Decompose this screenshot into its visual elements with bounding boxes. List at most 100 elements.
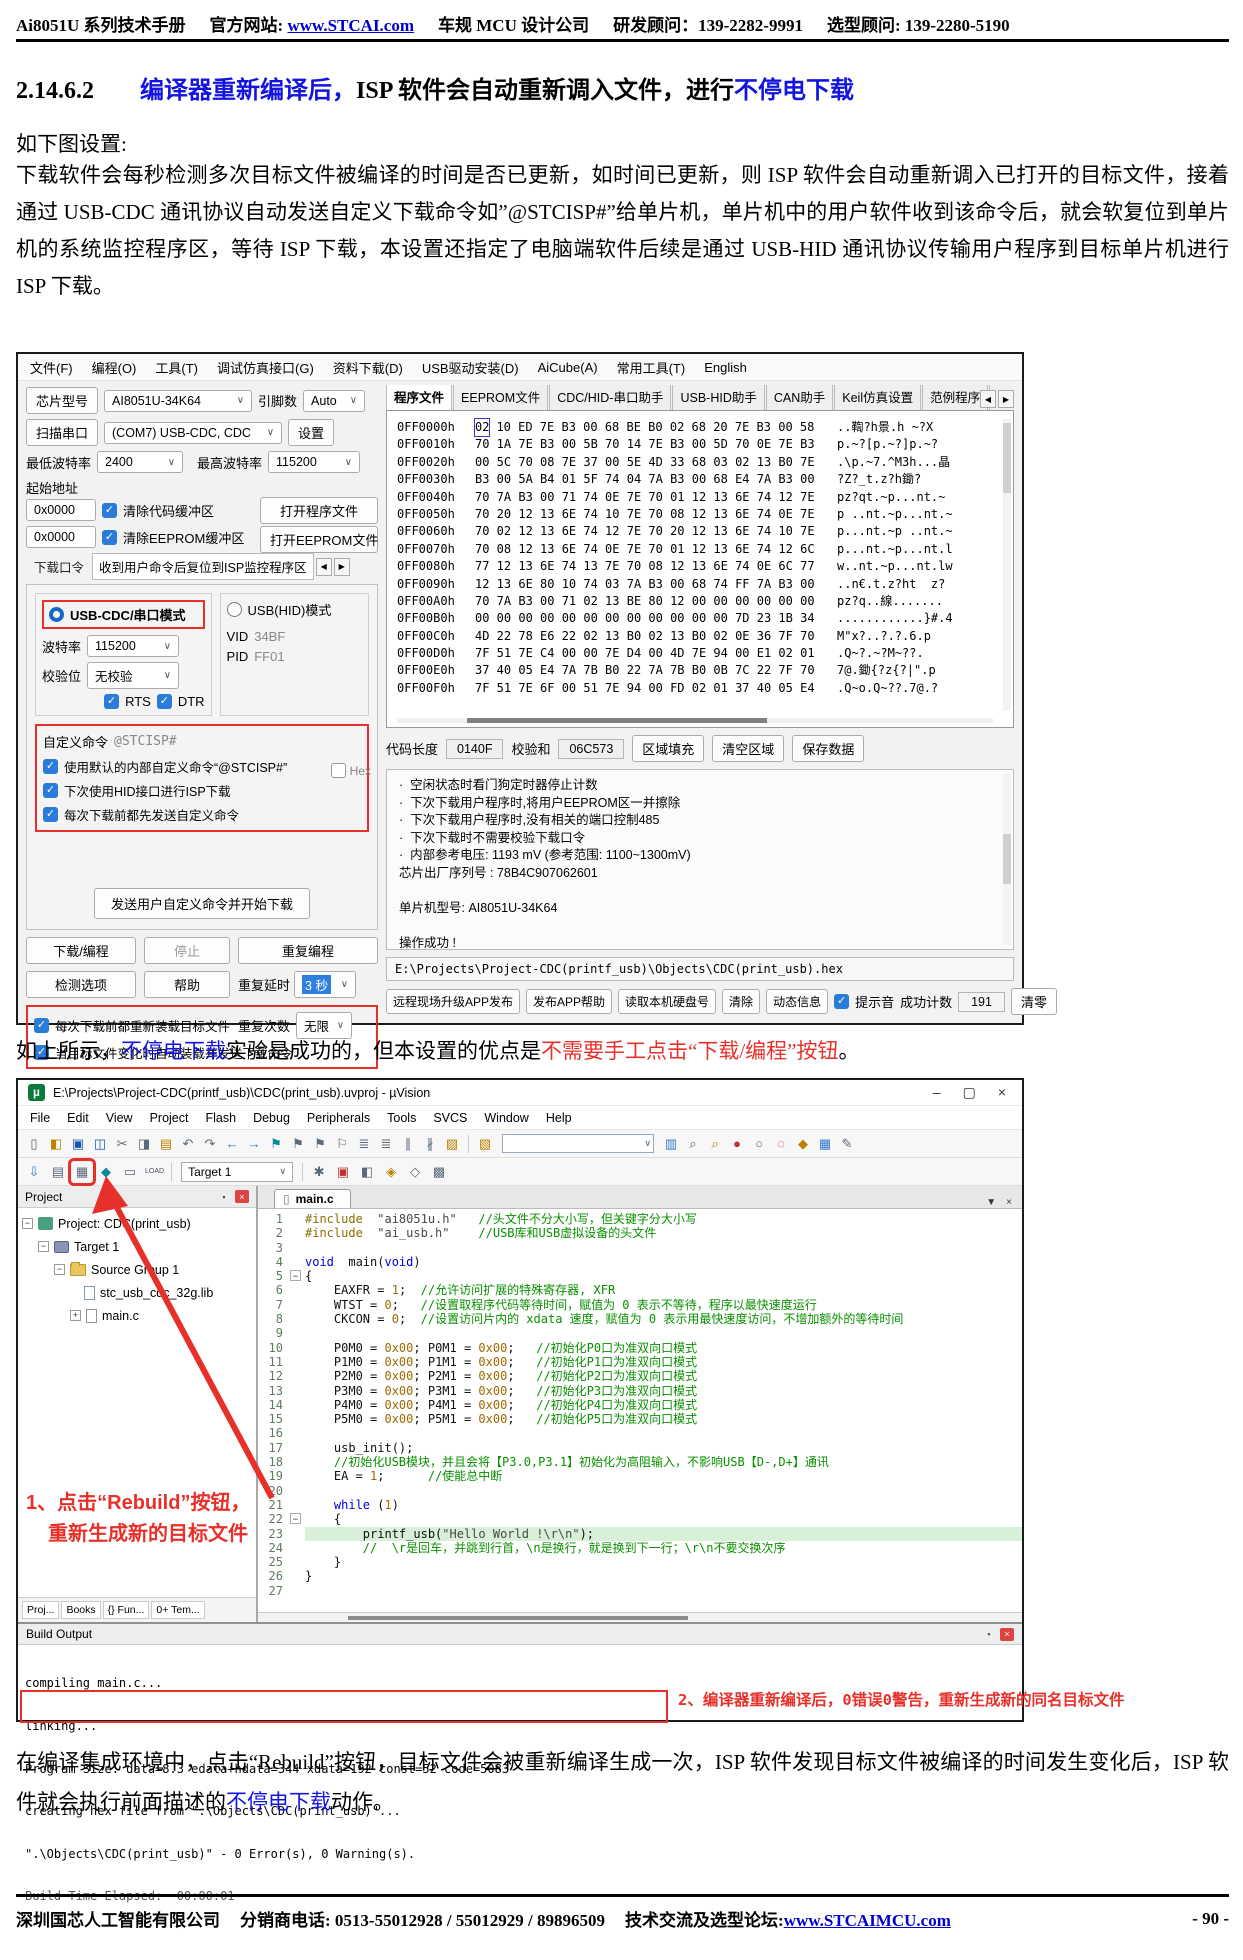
download-program-button[interactable]: 下载/编程 [26, 937, 136, 964]
build-toolbar-icon[interactable]: ▦ [68, 1157, 96, 1186]
menu-item[interactable]: Tools [387, 1111, 416, 1125]
menu-item[interactable]: USB驱动安装(D) [422, 358, 519, 377]
menu-item[interactable]: Help [546, 1111, 572, 1125]
port-select[interactable]: (COM7) USB-CDC, CDC ∨ [104, 421, 283, 444]
toolbar-icon[interactable]: ↷ [200, 1134, 220, 1154]
repeat-program-button[interactable]: 重复编程 [238, 937, 378, 964]
bottom-button[interactable]: 清除 [722, 989, 761, 1014]
eeprom-addr-input[interactable]: 0x0000 [26, 526, 96, 548]
toolbar-icon[interactable]: ✎ [837, 1134, 857, 1154]
pin-icon[interactable]: ▪ [982, 1628, 996, 1641]
check-options-button[interactable]: 检测选项 [26, 971, 136, 998]
menu-item[interactable]: View [106, 1111, 133, 1125]
menu-item[interactable]: 编程(O) [92, 358, 137, 377]
minimize-icon[interactable]: – [933, 1084, 941, 1101]
menu-item[interactable]: AiCube(A) [538, 360, 598, 375]
editor-hscrollbar[interactable] [258, 1612, 1022, 1622]
menu-item[interactable]: Edit [67, 1111, 89, 1125]
isp-tab[interactable]: Keil仿真设置 [834, 385, 922, 410]
isp-tab[interactable]: 程序文件 [386, 385, 453, 410]
beep-checkbox[interactable]: ✓ [834, 994, 850, 1009]
tab-list-icon[interactable]: ▼ [986, 1197, 996, 1208]
baud-select[interactable]: 115200 ∨ [87, 635, 180, 657]
menu-item[interactable]: 调试仿真接口(G) [217, 358, 314, 377]
toolbar-icon[interactable]: ≣ [354, 1134, 374, 1154]
toolbar-icon[interactable]: ✂ [112, 1134, 132, 1154]
tree-item-target[interactable]: − Target 1 [22, 1235, 254, 1258]
tab-scroll-right-icon[interactable]: ▶ [333, 557, 350, 576]
panel-tab[interactable]: {} Fun... [102, 1601, 150, 1619]
panel-tab[interactable]: Proj... [22, 1601, 60, 1619]
open-eeprom-button[interactable]: 打开EEPROM文件 [260, 526, 378, 553]
close-panel-icon[interactable]: × [235, 1190, 249, 1203]
settings-button[interactable]: 设置 [288, 419, 335, 446]
menu-item[interactable]: 文件(F) [30, 358, 73, 377]
toolbar-icon[interactable]: ⚑ [266, 1134, 286, 1154]
log-vscrollbar[interactable] [1003, 774, 1011, 945]
editor-tab-main-c[interactable]: ▯ main.c [274, 1189, 351, 1208]
menu-item[interactable]: Peripherals [307, 1111, 370, 1125]
toolbar-icon[interactable]: ← [222, 1134, 242, 1154]
bottom-button[interactable]: 动态信息 [766, 989, 829, 1014]
build-toolbar-icon[interactable]: ▣ [333, 1162, 353, 1182]
close-panel-icon[interactable]: × [1000, 1627, 1014, 1641]
close-icon[interactable]: × [998, 1084, 1006, 1101]
repeat-delay-select[interactable]: 3 秒 ∨ [294, 971, 357, 998]
toolbar-icon[interactable]: → [244, 1134, 264, 1154]
min-baud-select[interactable]: 2400 ∨ [97, 451, 184, 473]
chip-model-button[interactable]: 芯片型号 [26, 387, 99, 414]
rts-checkbox[interactable]: ✓ [104, 694, 120, 709]
build-toolbar-icon[interactable]: ◧ [357, 1162, 377, 1182]
toolbar-icon[interactable]: ▣ [68, 1134, 88, 1154]
bottom-button[interactable]: 读取本机硬盘号 [618, 989, 717, 1014]
toolbar-icon[interactable]: ∥ [398, 1134, 418, 1154]
collapse-icon[interactable]: − [22, 1218, 33, 1229]
isp-tab[interactable]: CDC/HID-串口助手 [549, 385, 672, 410]
code-editor[interactable]: 1 #include "ai8051u.h" //头文件不分大小写，但关键字分大小… [258, 1209, 1022, 1612]
stcai-link[interactable]: www.STCAI.com [287, 16, 414, 35]
isp-tab[interactable]: USB-HID助手 [672, 385, 765, 410]
target-select[interactable]: Target 1 ∨ [181, 1161, 294, 1182]
pins-select[interactable]: Auto ∨ [303, 389, 366, 412]
usb-hid-mode-radio[interactable] [226, 602, 242, 617]
stcaimcu-link[interactable]: www.STCAIMCU.com [784, 1911, 951, 1930]
maximize-icon[interactable]: ▢ [963, 1084, 976, 1101]
menu-item[interactable]: File [30, 1111, 50, 1125]
build-toolbar-icon[interactable]: ▩ [429, 1162, 449, 1182]
default-cmd-checkbox[interactable]: ✓ [43, 759, 58, 774]
hex-hscrollbar[interactable] [397, 718, 993, 723]
tree-item-source-group[interactable]: − Source Group 1 [22, 1258, 254, 1281]
toolbar-icon[interactable]: ≣ [376, 1134, 396, 1154]
pin-icon[interactable]: ▪ [217, 1190, 231, 1203]
max-baud-select[interactable]: 115200 ∨ [268, 451, 361, 473]
active-window-icon[interactable]: ▧ [475, 1134, 495, 1154]
build-toolbar-icon[interactable]: ◇ [405, 1162, 425, 1182]
isp-tab[interactable]: EEPROM文件 [453, 385, 549, 410]
toolbar-icon[interactable]: ○ [749, 1134, 769, 1154]
custom-cmd-input[interactable]: @STCISP# [114, 734, 177, 749]
tabbar-scroll-left-icon[interactable]: ◀ [980, 390, 996, 408]
build-toolbar-icon[interactable]: ⇩ [24, 1162, 44, 1182]
parity-select[interactable]: 无校验 ∨ [87, 662, 180, 689]
tab-scroll-left-icon[interactable]: ◀ [315, 557, 332, 576]
menu-item[interactable]: English [704, 360, 747, 375]
isp-tab[interactable]: CAN助手 [765, 385, 834, 410]
build-toolbar-icon[interactable]: ◆ [96, 1162, 116, 1182]
collapse-icon[interactable]: − [54, 1264, 65, 1275]
clear-region-button[interactable]: 清空区域 [712, 735, 785, 762]
scan-port-button[interactable]: 扫描串口 [26, 419, 99, 446]
bottom-button[interactable]: 发布APP帮助 [526, 989, 613, 1014]
fill-region-button[interactable]: 区域填充 [632, 735, 705, 762]
toolbar-icon[interactable]: ⚑ [288, 1134, 308, 1154]
menu-item[interactable]: Flash [205, 1111, 236, 1125]
code-addr-input[interactable]: 0x0000 [26, 499, 96, 521]
toolbar-icon[interactable]: ▥ [661, 1134, 681, 1154]
build-toolbar-icon[interactable]: ▭ [120, 1162, 140, 1182]
dtr-checkbox[interactable]: ✓ [156, 694, 172, 709]
stop-button[interactable]: 停止 [144, 937, 230, 964]
toolbar-icon[interactable]: ◌ [771, 1134, 791, 1154]
send-custom-cmd-button[interactable]: 发送用户自定义命令并开始下载 [93, 888, 310, 919]
menu-item[interactable]: Project [150, 1111, 189, 1125]
toolbar-icon[interactable]: ⚑ [310, 1134, 330, 1154]
hex-vscrollbar[interactable] [1003, 419, 1011, 711]
